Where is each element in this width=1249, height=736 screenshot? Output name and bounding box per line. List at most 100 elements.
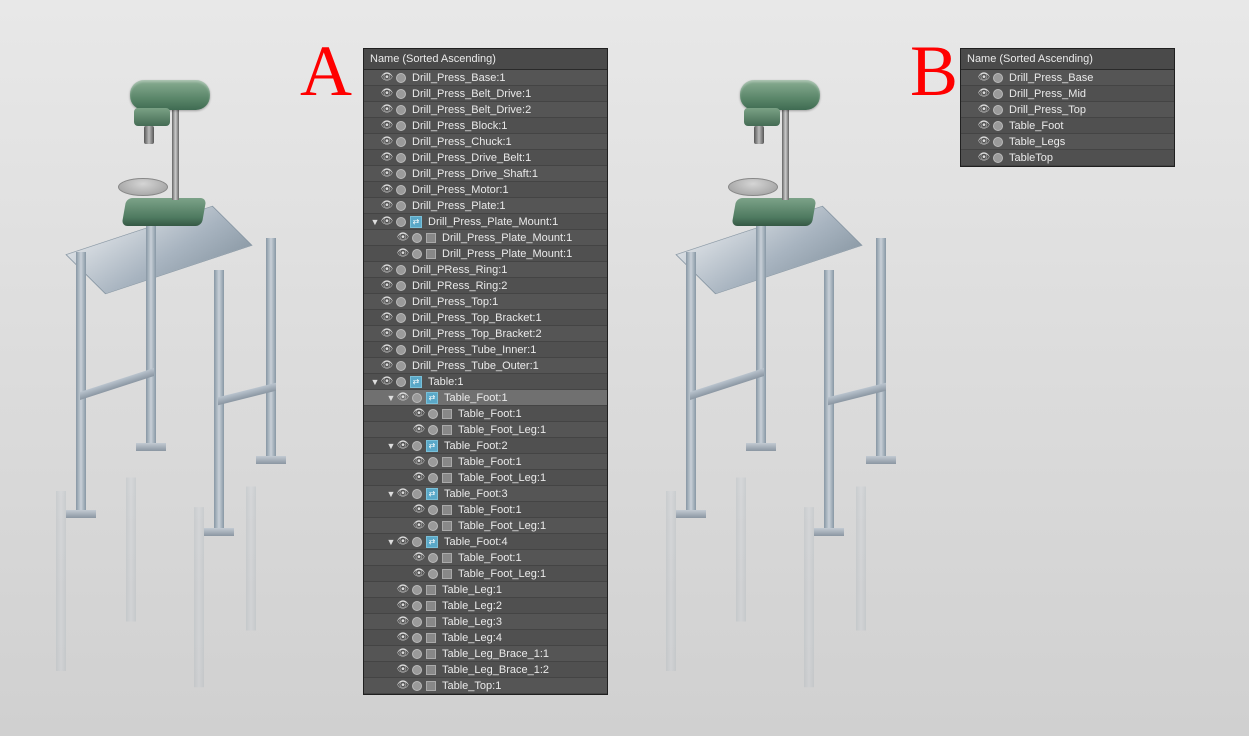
tree-row[interactable]: 👁Table_Leg_Brace_1:2	[364, 662, 607, 678]
visibility-icon[interactable]: 👁	[396, 664, 410, 675]
visibility-icon[interactable]: 👁	[977, 136, 991, 147]
visibility-icon[interactable]: 👁	[412, 424, 426, 435]
freeze-icon[interactable]	[396, 137, 406, 147]
tree-row[interactable]: 👁Drill_Press_Drive_Shaft:1	[364, 166, 607, 182]
tree-row[interactable]: ▼👁⇄Table_Foot:2	[364, 438, 607, 454]
tree-row[interactable]: 👁Drill_Press_Base:1	[364, 70, 607, 86]
freeze-icon[interactable]	[412, 585, 422, 595]
freeze-icon[interactable]	[428, 553, 438, 563]
tree-row[interactable]: 👁Drill_Press_Mid	[961, 86, 1174, 102]
freeze-icon[interactable]	[396, 169, 406, 179]
tree-row[interactable]: 👁Drill_Press_Plate:1	[364, 198, 607, 214]
tree-row[interactable]: 👁Table_Leg:2	[364, 598, 607, 614]
tree-row[interactable]: 👁Drill_Press_Base	[961, 70, 1174, 86]
visibility-icon[interactable]: 👁	[977, 88, 991, 99]
freeze-icon[interactable]	[993, 121, 1003, 131]
freeze-icon[interactable]	[412, 233, 422, 243]
tree-row[interactable]: 👁TableTop	[961, 150, 1174, 166]
visibility-icon[interactable]: 👁	[380, 376, 394, 387]
freeze-icon[interactable]	[412, 393, 422, 403]
visibility-icon[interactable]: 👁	[396, 680, 410, 691]
freeze-icon[interactable]	[412, 649, 422, 659]
freeze-icon[interactable]	[412, 633, 422, 643]
freeze-icon[interactable]	[396, 185, 406, 195]
freeze-icon[interactable]	[412, 489, 422, 499]
tree-row[interactable]: 👁Drill_PRess_Ring:2	[364, 278, 607, 294]
tree-row[interactable]: 👁Table_Legs	[961, 134, 1174, 150]
visibility-icon[interactable]: 👁	[380, 280, 394, 291]
tree-row[interactable]: 👁Drill_Press_Drive_Belt:1	[364, 150, 607, 166]
freeze-icon[interactable]	[993, 73, 1003, 83]
tree-row[interactable]: 👁Drill_Press_Top	[961, 102, 1174, 118]
visibility-icon[interactable]: 👁	[380, 344, 394, 355]
tree-row[interactable]: 👁Drill_PRess_Ring:1	[364, 262, 607, 278]
freeze-icon[interactable]	[396, 73, 406, 83]
tree-row[interactable]: ▼👁⇄Table_Foot:1	[364, 390, 607, 406]
expand-icon[interactable]: ▼	[386, 441, 396, 451]
freeze-icon[interactable]	[396, 329, 406, 339]
expand-icon[interactable]: ▼	[370, 377, 380, 387]
visibility-icon[interactable]: 👁	[396, 440, 410, 451]
visibility-icon[interactable]: 👁	[412, 472, 426, 483]
visibility-icon[interactable]: 👁	[396, 632, 410, 643]
visibility-icon[interactable]: 👁	[977, 104, 991, 115]
freeze-icon[interactable]	[993, 105, 1003, 115]
visibility-icon[interactable]: 👁	[396, 248, 410, 259]
scenegraph-panel-b[interactable]: Name (Sorted Ascending) 👁Drill_Press_Bas…	[960, 48, 1175, 167]
visibility-icon[interactable]: 👁	[396, 488, 410, 499]
tree-row[interactable]: 👁Drill_Press_Tube_Inner:1	[364, 342, 607, 358]
panel-a-header[interactable]: Name (Sorted Ascending)	[364, 49, 607, 70]
tree-row[interactable]: 👁Drill_Press_Tube_Outer:1	[364, 358, 607, 374]
tree-row[interactable]: 👁Table_Foot:1	[364, 550, 607, 566]
visibility-icon[interactable]: 👁	[396, 232, 410, 243]
tree-row[interactable]: 👁Drill_Press_Motor:1	[364, 182, 607, 198]
tree-row[interactable]: 👁Drill_Press_Plate_Mount:1	[364, 230, 607, 246]
freeze-icon[interactable]	[412, 681, 422, 691]
tree-row[interactable]: 👁Drill_Press_Belt_Drive:1	[364, 86, 607, 102]
visibility-icon[interactable]: 👁	[380, 104, 394, 115]
freeze-icon[interactable]	[396, 345, 406, 355]
visibility-icon[interactable]: 👁	[380, 88, 394, 99]
tree-row[interactable]: 👁Table_Foot_Leg:1	[364, 566, 607, 582]
freeze-icon[interactable]	[396, 361, 406, 371]
tree-row[interactable]: 👁Table_Leg_Brace_1:1	[364, 646, 607, 662]
freeze-icon[interactable]	[412, 617, 422, 627]
freeze-icon[interactable]	[428, 521, 438, 531]
visibility-icon[interactable]: 👁	[380, 152, 394, 163]
panel-b-header[interactable]: Name (Sorted Ascending)	[961, 49, 1174, 70]
visibility-icon[interactable]: 👁	[380, 328, 394, 339]
tree-row[interactable]: 👁Table_Foot:1	[364, 406, 607, 422]
tree-row[interactable]: 👁Drill_Press_Plate_Mount:1	[364, 246, 607, 262]
freeze-icon[interactable]	[993, 137, 1003, 147]
visibility-icon[interactable]: 👁	[412, 456, 426, 467]
viewport-a[interactable]	[20, 40, 360, 690]
tree-row[interactable]: 👁Drill_Press_Top:1	[364, 294, 607, 310]
visibility-icon[interactable]: 👁	[412, 552, 426, 563]
viewport-b[interactable]	[630, 40, 970, 690]
freeze-icon[interactable]	[428, 505, 438, 515]
freeze-icon[interactable]	[396, 313, 406, 323]
tree-row[interactable]: 👁Drill_Press_Belt_Drive:2	[364, 102, 607, 118]
visibility-icon[interactable]: 👁	[977, 120, 991, 131]
visibility-icon[interactable]: 👁	[380, 312, 394, 323]
visibility-icon[interactable]: 👁	[380, 200, 394, 211]
visibility-icon[interactable]: 👁	[380, 296, 394, 307]
visibility-icon[interactable]: 👁	[412, 408, 426, 419]
tree-row[interactable]: 👁Table_Foot:1	[364, 454, 607, 470]
visibility-icon[interactable]: 👁	[380, 264, 394, 275]
visibility-icon[interactable]: 👁	[396, 648, 410, 659]
tree-row[interactable]: ▼👁⇄Drill_Press_Plate_Mount:1	[364, 214, 607, 230]
freeze-icon[interactable]	[428, 425, 438, 435]
tree-row[interactable]: 👁Table_Foot	[961, 118, 1174, 134]
visibility-icon[interactable]: 👁	[396, 616, 410, 627]
tree-row[interactable]: 👁Drill_Press_Top_Bracket:1	[364, 310, 607, 326]
visibility-icon[interactable]: 👁	[380, 136, 394, 147]
freeze-icon[interactable]	[396, 201, 406, 211]
freeze-icon[interactable]	[396, 217, 406, 227]
freeze-icon[interactable]	[412, 665, 422, 675]
tree-row[interactable]: 👁Table_Foot_Leg:1	[364, 422, 607, 438]
tree-row[interactable]: 👁Table_Leg:1	[364, 582, 607, 598]
tree-row[interactable]: ▼👁⇄Table_Foot:3	[364, 486, 607, 502]
visibility-icon[interactable]: 👁	[380, 184, 394, 195]
tree-row[interactable]: 👁Table_Leg:4	[364, 630, 607, 646]
